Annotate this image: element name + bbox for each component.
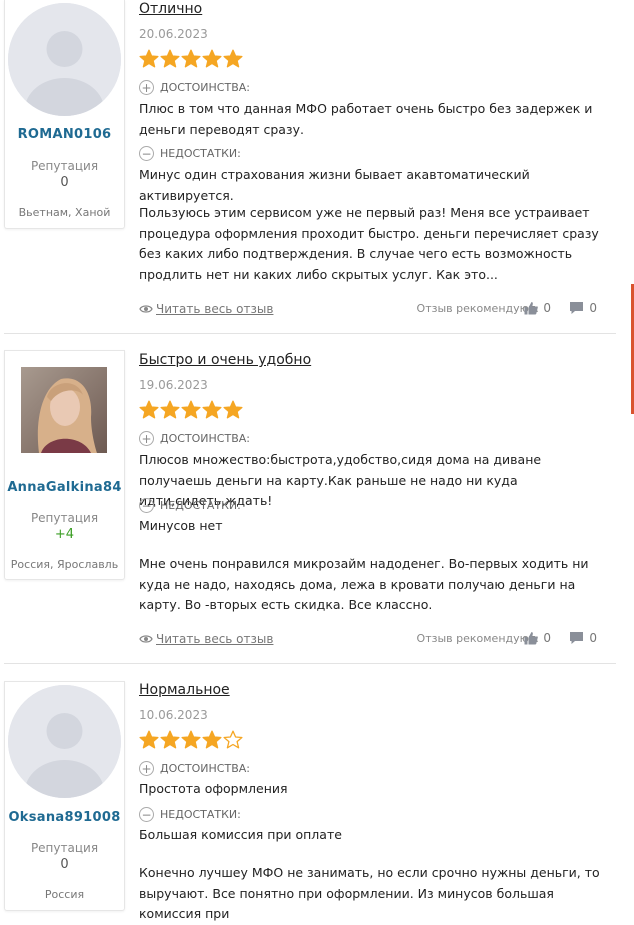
cons-header: − НЕДОСТАТКИ: <box>139 807 241 822</box>
review-date: 20.06.2023 <box>139 27 208 41</box>
like-count: 0 <box>543 301 551 315</box>
recommend-label: Отзыв рекомендуют: <box>416 632 539 645</box>
cons-header: − НЕДОСТАТКИ: <box>139 498 241 513</box>
star-empty-icon <box>223 730 243 749</box>
read-more-label: Читать весь отзыв <box>156 632 274 646</box>
author-card: ROMAN0106 Репутация 0 Вьетнам, Ханой <box>4 0 125 229</box>
thumbs-up-icon <box>524 632 539 645</box>
plus-icon: + <box>139 761 154 776</box>
default-avatar-icon <box>8 3 121 116</box>
avatar[interactable] <box>8 685 121 798</box>
like-button[interactable]: 0 <box>524 301 551 315</box>
pros-text: Плюс в том что данная МФО работает очень… <box>139 101 593 137</box>
plus-icon: + <box>139 431 154 446</box>
comment-icon <box>570 632 584 644</box>
read-more-label: Читать весь отзыв <box>156 302 274 316</box>
comment-count: 0 <box>589 301 597 315</box>
star-filled-icon <box>223 400 243 419</box>
rating-stars <box>139 400 243 420</box>
plus-icon: + <box>139 80 154 95</box>
comment-button[interactable]: 0 <box>569 301 597 315</box>
minus-icon: − <box>139 807 154 822</box>
review-title[interactable]: Быстро и очень удобно <box>139 352 311 368</box>
pros-header: + ДОСТОИНСТВА: <box>139 80 250 95</box>
review-date: 19.06.2023 <box>139 378 208 392</box>
cons-text: Большая комиссия при оплате <box>139 827 342 842</box>
star-filled-icon <box>202 49 222 68</box>
star-filled-icon <box>139 49 159 68</box>
cons-label: НЕДОСТАТКИ: <box>160 808 241 821</box>
star-filled-icon <box>160 730 180 749</box>
review-footer: Читать весь отзыв Отзыв рекомендуют: 0 0 <box>139 631 617 650</box>
reputation-label: Репутация <box>30 511 99 525</box>
cons-text: Минус один страхования жизни бывает акав… <box>139 167 530 203</box>
reputation-value: 0 <box>60 857 69 872</box>
pros-header: + ДОСТОИНСТВА: <box>139 431 250 446</box>
author-card: AnnaGalkina84 Репутация +4 Россия, Яросл… <box>4 350 125 580</box>
review-title[interactable]: Отлично <box>139 1 202 17</box>
read-full-review-link[interactable]: Читать весь отзыв <box>139 632 273 646</box>
like-count: 0 <box>543 631 551 645</box>
star-filled-icon <box>223 49 243 68</box>
star-filled-icon <box>181 730 201 749</box>
minus-icon: − <box>139 146 154 161</box>
star-filled-icon <box>181 49 201 68</box>
pros-label: ДОСТОИНСТВА: <box>160 81 250 94</box>
avatar[interactable] <box>8 3 121 116</box>
star-filled-icon <box>181 400 201 419</box>
eye-icon <box>139 305 153 313</box>
review-body: Пользуюсь этим сервисом уже не первый ра… <box>139 205 599 282</box>
review-divider <box>4 333 616 334</box>
comment-icon <box>570 302 584 314</box>
comment-button[interactable]: 0 <box>569 631 597 645</box>
eye-icon <box>139 635 153 643</box>
review-card: Oksana891008 Репутация 0 Россия Нормальн… <box>0 665 634 923</box>
reputation-label: Репутация <box>30 841 99 855</box>
review-body: Конечно лучшеу МФО не занимать, но если … <box>139 865 600 921</box>
star-filled-icon <box>160 49 180 68</box>
user-photo-icon <box>21 367 107 453</box>
author-location: Россия <box>44 888 85 901</box>
avatar[interactable] <box>21 367 107 453</box>
default-avatar-icon <box>8 685 121 798</box>
review-divider <box>4 663 616 664</box>
username[interactable]: AnnaGalkina84 <box>5 480 124 495</box>
rating-stars <box>139 49 243 69</box>
review-card: ROMAN0106 Репутация 0 Вьетнам, Ханой Отл… <box>0 0 634 335</box>
username[interactable]: ROMAN0106 <box>5 127 124 142</box>
cons-label: НЕДОСТАТКИ: <box>160 499 241 512</box>
review-date: 10.06.2023 <box>139 708 208 722</box>
recommend-label: Отзыв рекомендуют: <box>416 302 539 315</box>
pros-header: + ДОСТОИНСТВА: <box>139 761 250 776</box>
cons-label: НЕДОСТАТКИ: <box>160 147 241 160</box>
star-filled-icon <box>202 400 222 419</box>
review-card: AnnaGalkina84 Репутация +4 Россия, Яросл… <box>0 335 634 665</box>
comment-count: 0 <box>589 631 597 645</box>
review-title[interactable]: Нормальное <box>139 682 230 698</box>
cons-text: Минусов нет <box>139 518 223 533</box>
like-button[interactable]: 0 <box>524 631 551 645</box>
star-filled-icon <box>202 730 222 749</box>
pros-label: ДОСТОИНСТВА: <box>160 762 250 775</box>
pros-label: ДОСТОИНСТВА: <box>160 432 250 445</box>
thumbs-up-icon <box>524 302 539 315</box>
star-filled-icon <box>139 400 159 419</box>
minus-icon: − <box>139 498 154 513</box>
read-full-review-link[interactable]: Читать весь отзыв <box>139 302 273 316</box>
author-location: Вьетнам, Ханой <box>18 206 111 219</box>
reputation-label: Репутация <box>30 159 99 173</box>
username[interactable]: Oksana891008 <box>5 810 124 825</box>
pros-text: Простота оформления <box>139 781 288 796</box>
cons-header: − НЕДОСТАТКИ: <box>139 146 241 161</box>
author-location: Россия, Ярославль <box>10 558 119 571</box>
author-card: Oksana891008 Репутация 0 Россия <box>4 681 125 911</box>
reputation-value: 0 <box>60 175 69 190</box>
reputation-value: +4 <box>54 527 75 542</box>
rating-stars <box>139 730 243 750</box>
star-filled-icon <box>160 400 180 419</box>
review-body: Мне очень понравился микрозайм надоденег… <box>139 556 589 612</box>
star-filled-icon <box>139 730 159 749</box>
review-footer: Читать весь отзыв Отзыв рекомендуют: 0 0 <box>139 301 617 320</box>
